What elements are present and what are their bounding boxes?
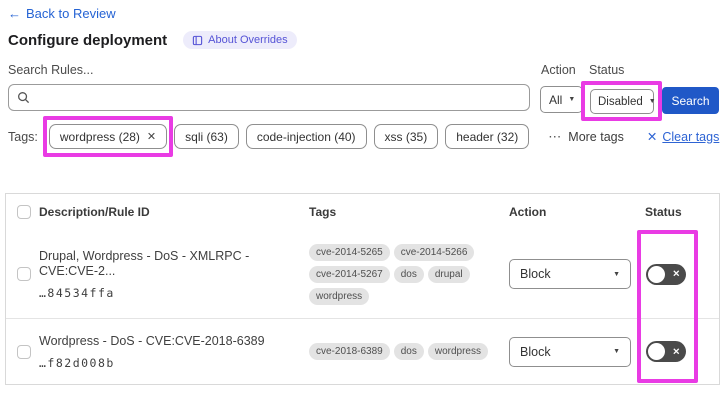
search-icon — [18, 92, 30, 104]
ellipsis-icon: ⋯ — [548, 128, 563, 144]
rule-tags-cell: cve-2018-6389 dos wordpress — [309, 343, 505, 360]
rule-tag-pill: cve-2014-5266 — [393, 243, 475, 261]
status-toggle[interactable]: ✕ — [646, 341, 686, 362]
rule-tag-pill: wordpress — [427, 343, 488, 360]
row-checkbox[interactable] — [17, 267, 31, 281]
configure-deployment-page: ← Back to Review Configure deployment Ab… — [0, 0, 725, 406]
rule-description: Wordpress - DoS - CVE:CVE-2018-6389 — [39, 333, 265, 348]
clear-tags-button[interactable]: ✕ Clear tags — [646, 129, 720, 145]
chevron-down-icon: ▼ — [648, 98, 656, 105]
col-header-action: Action — [509, 205, 547, 219]
about-overrides-label: About Overrides — [208, 34, 288, 46]
action-select-value: Block — [520, 267, 551, 281]
rule-tag-pill: cve-2014-5267 — [309, 265, 390, 283]
table-row: Wordpress - DoS - CVE:CVE-2018-6389 …f82d… — [6, 318, 719, 384]
tag-chip-wordpress-selected[interactable]: wordpress (28) ✕ — [42, 116, 174, 157]
rule-tags-cell: cve-2014-5265 cve-2014-5266 cve-2014-5267 d… — [309, 243, 505, 305]
col-header-description: Description/Rule ID — [39, 205, 150, 219]
rule-tag-pill: dos — [393, 265, 424, 283]
search-rules-box — [8, 84, 530, 111]
tag-chip-list: sqli (63) code-injection (40) xss (35) head… — [174, 124, 530, 149]
tags-bar: Tags: wordpress (28) ✕ sqli (63) code-inj… — [8, 116, 720, 157]
tags-label: Tags: — [8, 129, 38, 144]
action-select[interactable]: Block ▼ — [509, 259, 631, 289]
chevron-down-icon: ▼ — [568, 96, 576, 103]
action-select-value: Block — [520, 344, 551, 359]
status-filter-value: Disabled — [598, 95, 643, 108]
col-header-status: Status — [645, 205, 682, 219]
action-filter-value: All — [549, 92, 563, 107]
rule-tag-pill: drupal — [427, 265, 470, 283]
rules-table: Description/Rule ID Tags Action Status D… — [5, 193, 720, 385]
rule-description-cell: Wordpress - DoS - CVE:CVE-2018-6389 …f82d… — [39, 334, 309, 370]
select-all-checkbox[interactable] — [17, 205, 31, 219]
toggle-off-icon: ✕ — [672, 346, 680, 356]
title-row: Configure deployment About Overrides — [8, 31, 297, 49]
status-toggle[interactable]: ✕ — [646, 263, 686, 285]
table-row: Drupal, Wordpress - DoS - XMLRPC - CVE:C… — [6, 230, 719, 318]
search-rules-input[interactable] — [36, 90, 521, 105]
back-link-label: Back to Review — [26, 6, 116, 21]
rule-status-cell: ✕ — [645, 341, 719, 362]
table-header-row: Description/Rule ID Tags Action Status — [6, 194, 719, 230]
about-overrides-badge[interactable]: About Overrides — [183, 31, 297, 49]
toggle-off-icon: ✕ — [672, 268, 680, 279]
rule-tag-pill: cve-2018-6389 — [309, 343, 390, 360]
tag-chip[interactable]: code-injection (40) — [245, 124, 367, 149]
remove-tag-icon[interactable]: ✕ — [147, 130, 156, 143]
chevron-down-icon: ▼ — [613, 348, 620, 355]
rule-tag-pill: cve-2014-5265 — [309, 243, 390, 261]
action-select[interactable]: Block ▼ — [509, 336, 631, 367]
tag-chip-label: wordpress (28) — [59, 129, 140, 144]
tag-chip[interactable]: sqli (63) — [174, 124, 239, 149]
rule-id: …f82d008b — [39, 355, 115, 370]
rule-id: …84534ffa — [39, 285, 115, 300]
chevron-down-icon: ▼ — [613, 270, 620, 278]
page-title: Configure deployment — [8, 31, 168, 49]
search-rules-label: Search Rules... — [8, 63, 94, 77]
docs-icon — [192, 35, 203, 45]
col-header-tags: Tags — [309, 205, 337, 219]
status-filter-label: Status — [589, 63, 625, 77]
toggle-knob — [648, 265, 665, 283]
tag-chip[interactable]: header (32) — [445, 124, 530, 149]
rule-action-cell: Block ▼ — [509, 259, 645, 289]
row-checkbox[interactable] — [17, 344, 31, 359]
rule-tag-pill: wordpress — [309, 287, 370, 305]
back-to-review-link[interactable]: ← Back to Review — [8, 6, 116, 21]
rule-tag-pill: dos — [393, 343, 424, 360]
status-filter-dropdown[interactable]: Disabled ▼ — [581, 81, 662, 121]
rule-description-cell: Drupal, Wordpress - DoS - XMLRPC - CVE:C… — [39, 249, 309, 300]
more-tags-label: More tags — [568, 129, 624, 144]
search-button[interactable]: Search — [662, 87, 719, 114]
more-tags-button[interactable]: ⋯ More tags — [548, 129, 624, 145]
clear-icon: ✕ — [646, 130, 658, 144]
tag-chip[interactable]: xss (35) — [373, 124, 439, 149]
action-filter-dropdown[interactable]: All ▼ — [540, 86, 583, 113]
rule-description: Drupal, Wordpress - DoS - XMLRPC - CVE:C… — [39, 248, 250, 278]
back-arrow-icon: ← — [8, 6, 21, 21]
rule-action-cell: Block ▼ — [509, 336, 645, 367]
action-filter-label: Action — [541, 63, 576, 77]
toggle-knob — [648, 343, 665, 360]
rule-status-cell: ✕ — [645, 263, 719, 285]
clear-tags-label: Clear tags — [662, 129, 720, 144]
